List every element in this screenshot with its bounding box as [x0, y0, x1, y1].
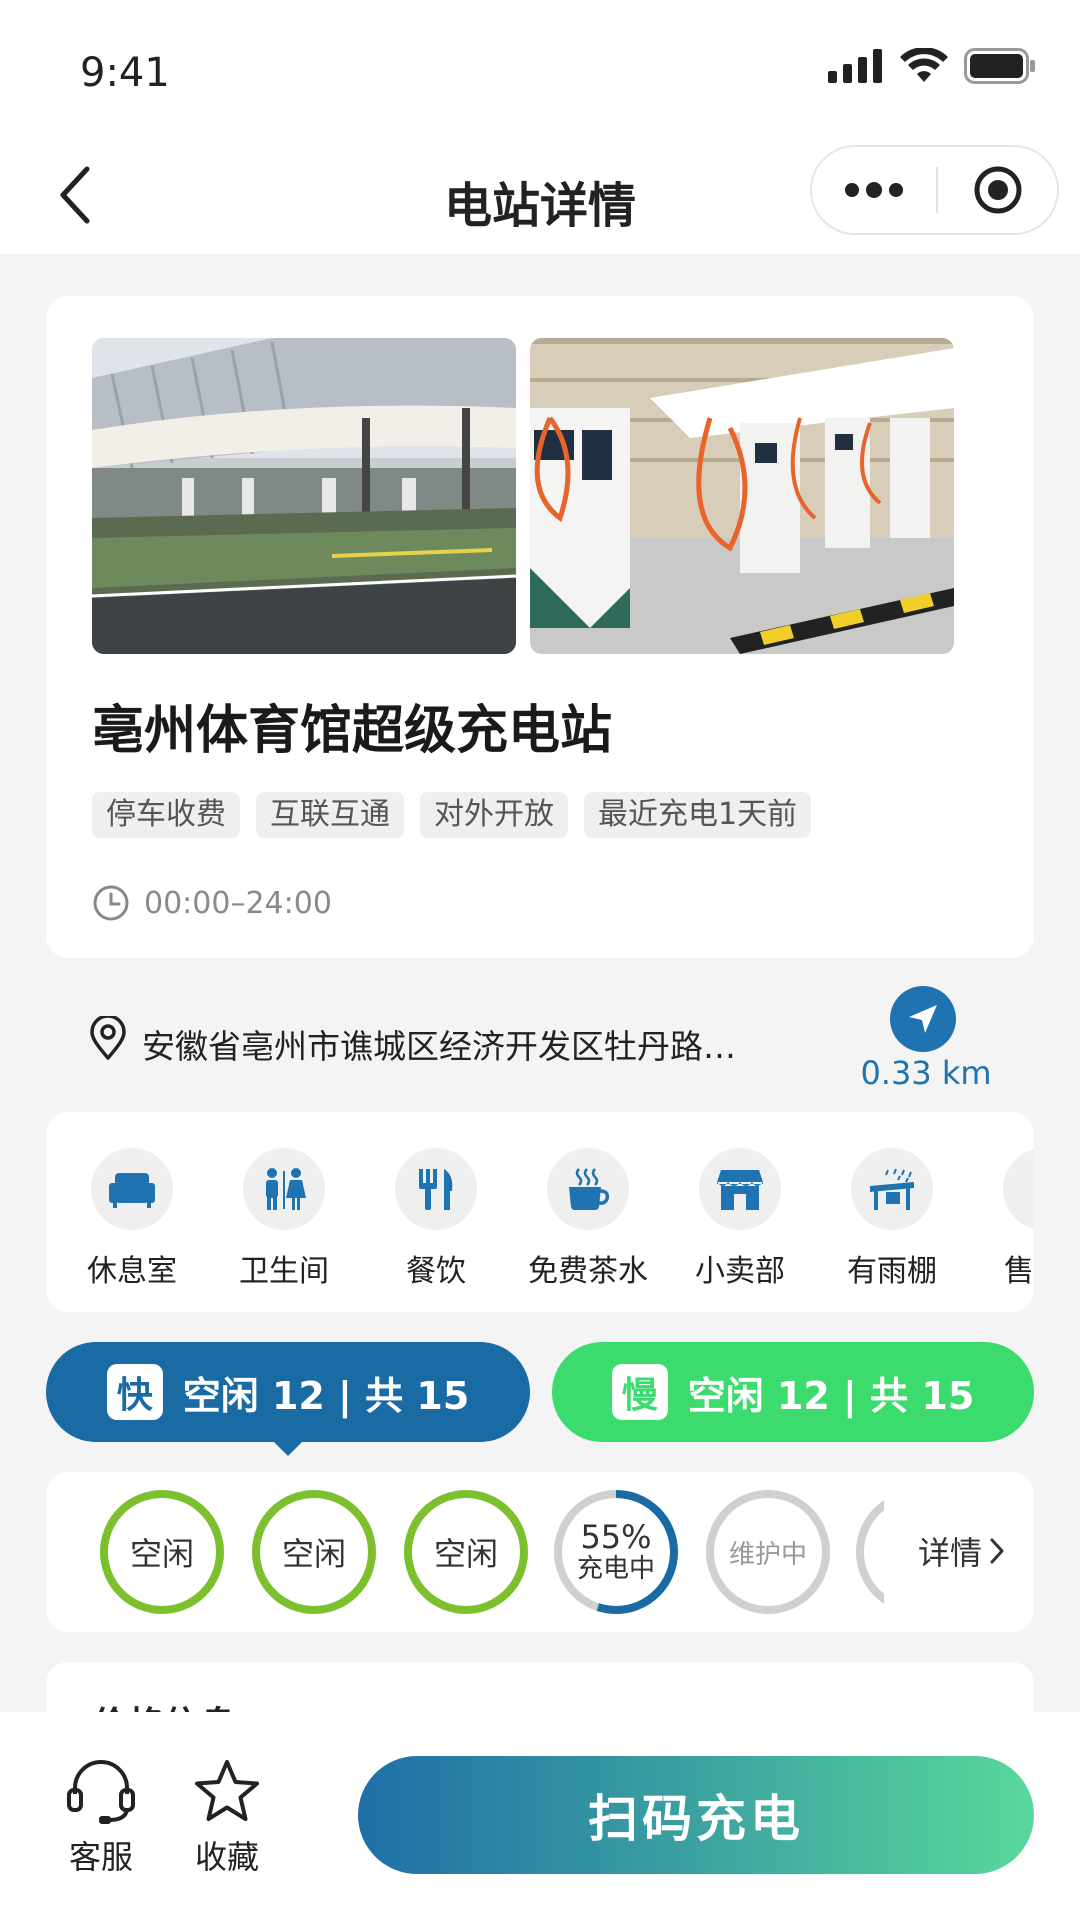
sofa-icon — [109, 1173, 155, 1208]
amenity-label: 有雨棚 — [847, 1254, 937, 1289]
favorite-label: 收藏 — [194, 1838, 259, 1876]
tab-pointer — [272, 1440, 304, 1456]
station-photo-canopy[interactable] — [92, 338, 516, 654]
tag: 停车收费 — [92, 792, 240, 838]
amenity-label: 小卖部 — [695, 1254, 785, 1289]
slow-badge: 慢 — [611, 1364, 668, 1420]
wifi-icon — [900, 48, 948, 82]
charger-item[interactable]: 55% 充电中 — [554, 1490, 678, 1614]
nav-bar: 电站详情 — [0, 140, 1080, 254]
fast-charging-tab[interactable]: 快 空闲 12 | 共 15 — [46, 1342, 530, 1442]
scan-to-charge-button[interactable]: 扫码充电 — [358, 1756, 1034, 1874]
target-close-icon — [974, 166, 1021, 214]
mini-program-capsule — [810, 145, 1059, 235]
amenity-label: 卫生间 — [239, 1254, 329, 1289]
station-name: 亳州体育馆超级充电站 — [92, 701, 613, 761]
amenity-free-tea: 免费茶水 — [518, 1148, 658, 1290]
favorite-button[interactable]: 收藏 — [182, 1758, 272, 1878]
amenity-canopy: 有雨棚 — [822, 1148, 962, 1290]
navigation-arrow-icon — [909, 1005, 937, 1033]
charger-item[interactable]: 空闲 — [100, 1490, 224, 1614]
tea-cup-icon — [569, 1168, 610, 1210]
customer-service-button[interactable]: 客服 — [56, 1758, 146, 1878]
restroom-icon — [266, 1168, 306, 1210]
charger-detail-link[interactable]: 详情 — [918, 1528, 1004, 1574]
close-mini-program-button[interactable] — [938, 147, 1057, 233]
charger-status: 空闲 — [129, 1535, 194, 1573]
charger-status-card: 空闲 空闲 空闲 55% 充电中 维护中 详情 — [46, 1472, 1034, 1632]
amenity-label: 餐饮 — [406, 1254, 466, 1289]
opening-hours: 00:00–24:00 — [92, 884, 332, 922]
status-icons — [828, 48, 1036, 84]
navigate-button[interactable] — [890, 986, 956, 1052]
fast-badge: 快 — [106, 1364, 163, 1420]
status-bar: 9:41 — [0, 0, 1080, 140]
charger-status: 空闲 — [281, 1535, 346, 1573]
station-tags: 停车收费 互联互通 对外开放 最近充电1天前 — [92, 792, 812, 838]
amenity-label: 免费茶水 — [528, 1254, 648, 1289]
tag: 最近充电1天前 — [584, 792, 812, 838]
amenity-dining: 餐饮 — [366, 1148, 506, 1290]
battery-icon — [964, 48, 1035, 84]
more-button[interactable] — [812, 147, 936, 233]
amenity-lounge: 休息室 — [62, 1148, 202, 1290]
shop-icon — [717, 1170, 763, 1210]
station-address: 安徽省亳州市谯城区经济开发区牡丹路… — [142, 1027, 736, 1066]
fork-knife-icon — [419, 1169, 453, 1210]
star-icon — [195, 1760, 259, 1821]
amenities-card: 休息室 卫生间 餐饮 免费茶水 小卖部 有雨棚 售 — [46, 1112, 1034, 1312]
customer-service-label: 客服 — [68, 1838, 133, 1876]
bottom-action-bar: 客服 收藏 扫码充电 — [0, 1712, 1080, 1920]
amenity-label: 休息室 — [87, 1254, 177, 1289]
opening-hours-text: 00:00–24:00 — [144, 885, 332, 921]
chevron-right-icon — [990, 1538, 1004, 1564]
amenity-shop: 小卖部 — [670, 1148, 810, 1290]
headset-icon — [67, 1760, 135, 1824]
status-time: 9:41 — [80, 50, 170, 96]
slow-charging-tab[interactable]: 慢 空闲 12 | 共 15 — [552, 1342, 1034, 1442]
distance: 0.33 km — [860, 1054, 992, 1092]
cellular-signal-icon — [828, 49, 882, 83]
station-info-card: 亳州体育馆超级充电站 停车收费 互联互通 对外开放 最近充电1天前 00:00–… — [46, 296, 1034, 958]
amenity-restroom: 卫生间 — [214, 1148, 354, 1290]
charger-item[interactable]: 空闲 — [404, 1490, 528, 1614]
amenity-partial: 售 — [974, 1148, 1034, 1290]
charger-item[interactable]: 空闲 — [252, 1490, 376, 1614]
tag: 对外开放 — [420, 792, 568, 838]
tag: 互联互通 — [256, 792, 404, 838]
charger-status: 空闲 — [433, 1535, 498, 1573]
station-photo-chargers[interactable] — [530, 338, 954, 654]
clock-icon — [93, 885, 129, 921]
charger-item[interactable]: 维护中 — [706, 1490, 830, 1614]
charging-progress-ring — [554, 1490, 678, 1614]
detail-link-label: 详情 — [918, 1534, 983, 1572]
location-pin-icon — [90, 1016, 126, 1060]
more-dots-icon — [845, 182, 903, 198]
charger-status: 维护中 — [728, 1539, 807, 1570]
slow-availability: 空闲 12 | 共 15 — [687, 1373, 975, 1418]
canopy-icon — [870, 1168, 914, 1210]
amenity-label: 售 — [1004, 1254, 1034, 1289]
address-row[interactable]: 安徽省亳州市谯城区经济开发区牡丹路… 0.33 km — [46, 972, 1034, 1096]
fast-availability: 空闲 12 | 共 15 — [182, 1373, 470, 1418]
